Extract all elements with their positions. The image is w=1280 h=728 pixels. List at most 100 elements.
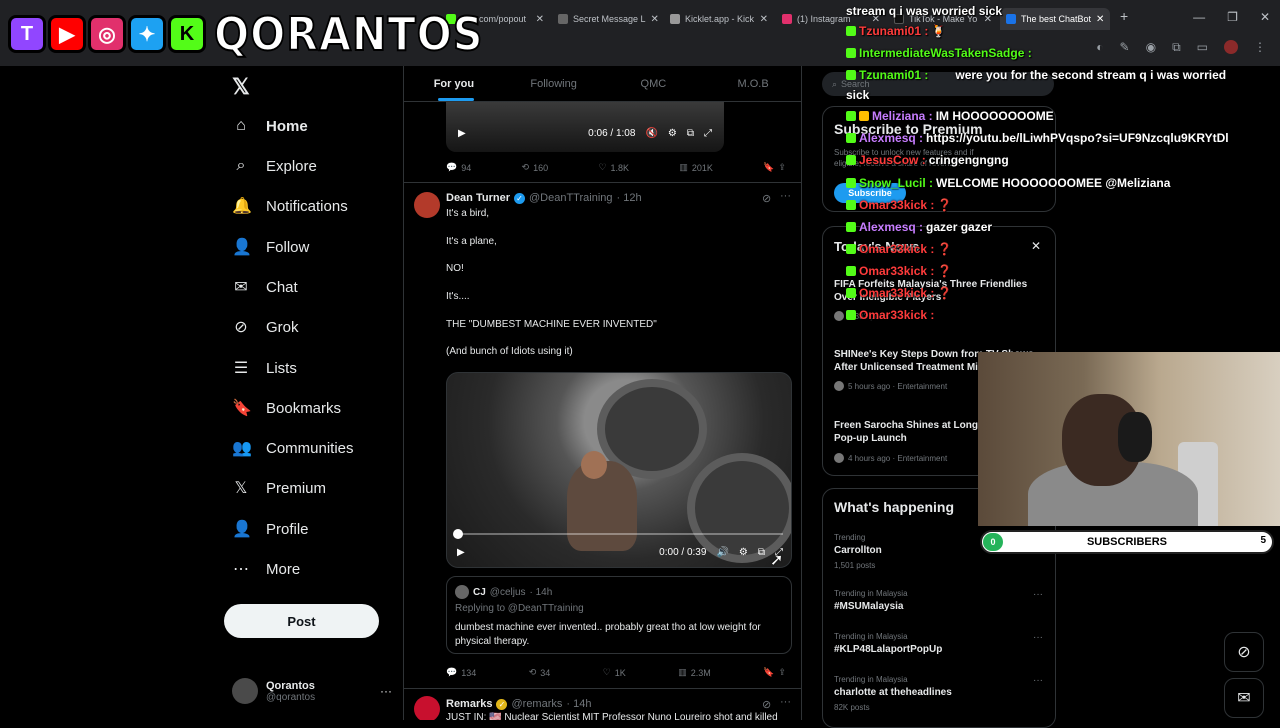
more-icon[interactable]: ··· — [1033, 589, 1043, 600]
trend-posts: 1,501 posts — [834, 561, 876, 570]
chat-text: WELCOME HOOOOOOOMEE @Meliziana — [936, 176, 1171, 190]
sidebar-item-label: Bookmarks — [266, 399, 342, 417]
tab-for-you[interactable]: For you — [404, 66, 504, 101]
kick-badge-icon — [846, 26, 856, 36]
trend-name[interactable]: #MSUMalaysia — [834, 601, 903, 612]
sidebar-item-home[interactable]: ⌂ Home — [224, 106, 308, 146]
repost-count: 34 — [540, 667, 551, 678]
sidebar-item-follow[interactable]: 👤 Follow — [224, 227, 309, 267]
author-handle[interactable]: @remarks — [511, 698, 562, 710]
chat-text: ❓ — [937, 198, 953, 212]
chat-message: Snow_Lucil : WELCOME HOOOOOOOMEE @Melizia… — [846, 176, 1170, 190]
bookmark-icon: 🔖 — [232, 400, 252, 417]
post-button[interactable]: Post — [224, 604, 379, 638]
fullscreen-icon[interactable]: ⤢ — [704, 128, 712, 139]
quoted-reply[interactable]: CJ @celjus · 14h Replying to @DeanTTrain… — [446, 576, 792, 654]
avatar[interactable] — [414, 192, 440, 218]
author-name[interactable]: Dean Turner — [446, 192, 510, 204]
x-logo-icon[interactable]: 𝕏 — [232, 74, 250, 100]
chat-username: Alexmesq : — [859, 131, 924, 145]
list-icon: ☰ — [233, 360, 249, 377]
trend-category: Trending in Malaysia — [834, 589, 908, 598]
settings-gear-icon[interactable]: ⚙ — [668, 128, 677, 139]
video-player[interactable]: ▶ 0:06 / 1:08 🔇 ⚙ ⧉ ⤢ — [446, 102, 724, 152]
chat-text: ❓ — [937, 242, 953, 256]
more-icon[interactable]: ··· — [780, 190, 791, 202]
play-icon[interactable]: ▶ — [458, 128, 466, 139]
grok-icon[interactable]: ⊘ — [762, 192, 771, 205]
sidebar-item-grok[interactable]: ⊘ Grok — [224, 307, 298, 347]
avatar — [834, 381, 844, 391]
chat-message: Omar33kick : ❓ — [846, 242, 952, 256]
tweet-actions: 💬 94 ⟲ 160 ♡ 1.8K ▥ 201K 🔖 ⇪ — [446, 162, 786, 173]
sidebar-item-explore[interactable]: ⌕ Explore — [224, 146, 317, 186]
avatar[interactable] — [414, 696, 440, 720]
sidebar-item-notifications[interactable]: 🔔 Notifications — [224, 186, 348, 226]
verified-badge-icon: ✓ — [513, 192, 525, 204]
chat-username: JesusCow : — [859, 153, 926, 167]
close-tab-icon[interactable]: ✕ — [651, 14, 659, 25]
volume-icon[interactable]: 🔊 — [716, 547, 728, 558]
tab-following[interactable]: Following — [504, 66, 604, 101]
trend-name[interactable]: #KLP48LalaportPopUp — [834, 644, 942, 655]
like-button[interactable]: ♡ 1.8K — [598, 162, 629, 173]
views-button[interactable]: ▥ 201K — [679, 162, 713, 173]
grok-fab-icon[interactable]: ⊘ — [1224, 632, 1264, 672]
close-tab-icon[interactable]: ✕ — [760, 14, 768, 25]
sidebar-item-chat[interactable]: ✉ Chat — [224, 267, 297, 307]
browser-tab[interactable]: Secret Message L ✕ — [552, 8, 662, 30]
tab-mob[interactable]: M.O.B — [703, 66, 801, 101]
account-switcher[interactable]: Qorantos @qorantos ··· — [232, 678, 392, 704]
play-icon[interactable]: ▶ — [457, 547, 465, 558]
chat-username: Omar33kick : — [859, 242, 935, 256]
browser-tab[interactable]: Kicklet.app - Kick ✕ — [664, 8, 774, 30]
view-count: 2.3M — [690, 667, 711, 678]
pip-icon[interactable]: ⧉ — [687, 128, 694, 139]
video-scrubber[interactable] — [457, 533, 783, 535]
reply-button[interactable]: 💬 94 — [446, 162, 471, 173]
more-icon[interactable]: ··· — [1033, 632, 1043, 643]
author-name[interactable]: Remarks — [446, 698, 492, 710]
tweet-text-line: THE "DUMBEST MACHINE EVER INVENTED" — [446, 319, 657, 330]
bookmark-icon[interactable]: 🔖 — [763, 667, 774, 678]
more-icon[interactable]: ··· — [780, 696, 791, 708]
grok-icon[interactable]: ⊘ — [762, 698, 771, 711]
more-icon[interactable]: ··· — [1033, 675, 1043, 686]
sidebar-item-label: Communities — [266, 439, 354, 457]
tab-qmc[interactable]: QMC — [604, 66, 704, 101]
chat-message: Tzunami01 : were you for the second strea… — [846, 68, 1226, 82]
repost-button[interactable]: ⟲ 34 — [529, 667, 551, 678]
sidebar-item-lists[interactable]: ☰ Lists — [224, 348, 297, 388]
kick-badge-icon — [846, 133, 856, 143]
mute-icon[interactable]: 🔇 — [645, 128, 657, 139]
sidebar-item-bookmarks[interactable]: 🔖 Bookmarks — [224, 388, 341, 428]
video-player[interactable]: ▶ 0:00 / 0:39 🔊 ⚙ ⧉ ⤢ — [446, 372, 792, 568]
chat-message: Omar33kick : ❓ — [846, 286, 952, 300]
sidebar-item-communities[interactable]: 👥 Communities — [224, 428, 354, 468]
kick-badge-icon — [846, 266, 856, 276]
reply-button[interactable]: 💬 134 — [446, 667, 476, 678]
settings-gear-icon[interactable]: ⚙ — [739, 547, 748, 558]
pip-icon[interactable]: ⧉ — [758, 547, 765, 558]
share-icon[interactable]: ⇪ — [778, 162, 786, 173]
tweet-text-line: JUST IN: 🇺🇸 Nuclear Scientist MIT Profes… — [446, 712, 778, 720]
video-scrubber-handle[interactable] — [453, 529, 463, 539]
sidebar-item-more[interactable]: ⋯ More — [224, 549, 300, 589]
sidebar-item-premium[interactable]: 𝕏 Premium — [224, 468, 326, 508]
views-button[interactable]: ▥ 2.3M — [678, 667, 711, 678]
trend-name[interactable]: Carrollton — [834, 545, 882, 556]
repost-button[interactable]: ⟲ 160 — [522, 162, 549, 173]
like-button[interactable]: ♡ 1K — [603, 667, 626, 678]
subscriber-goal: 5 — [1260, 535, 1266, 546]
chat-text: 🍹 — [931, 24, 947, 38]
trend-name[interactable]: charlotte at theheadlines — [834, 687, 952, 698]
repost-icon: ⟲ — [521, 162, 530, 172]
close-tab-icon[interactable]: ✕ — [536, 14, 544, 25]
share-icon[interactable]: ⇪ — [778, 667, 786, 678]
sidebar-item-profile[interactable]: 👤 Profile — [224, 509, 309, 549]
bookmark-icon[interactable]: 🔖 — [763, 162, 774, 173]
author-handle[interactable]: @DeanTTraining — [529, 192, 613, 204]
more-icon[interactable]: ··· — [380, 684, 392, 698]
messages-fab-icon[interactable]: ✉ — [1224, 678, 1264, 718]
quote-text-line: dumbest machine ever invented.. probably… — [455, 622, 761, 633]
